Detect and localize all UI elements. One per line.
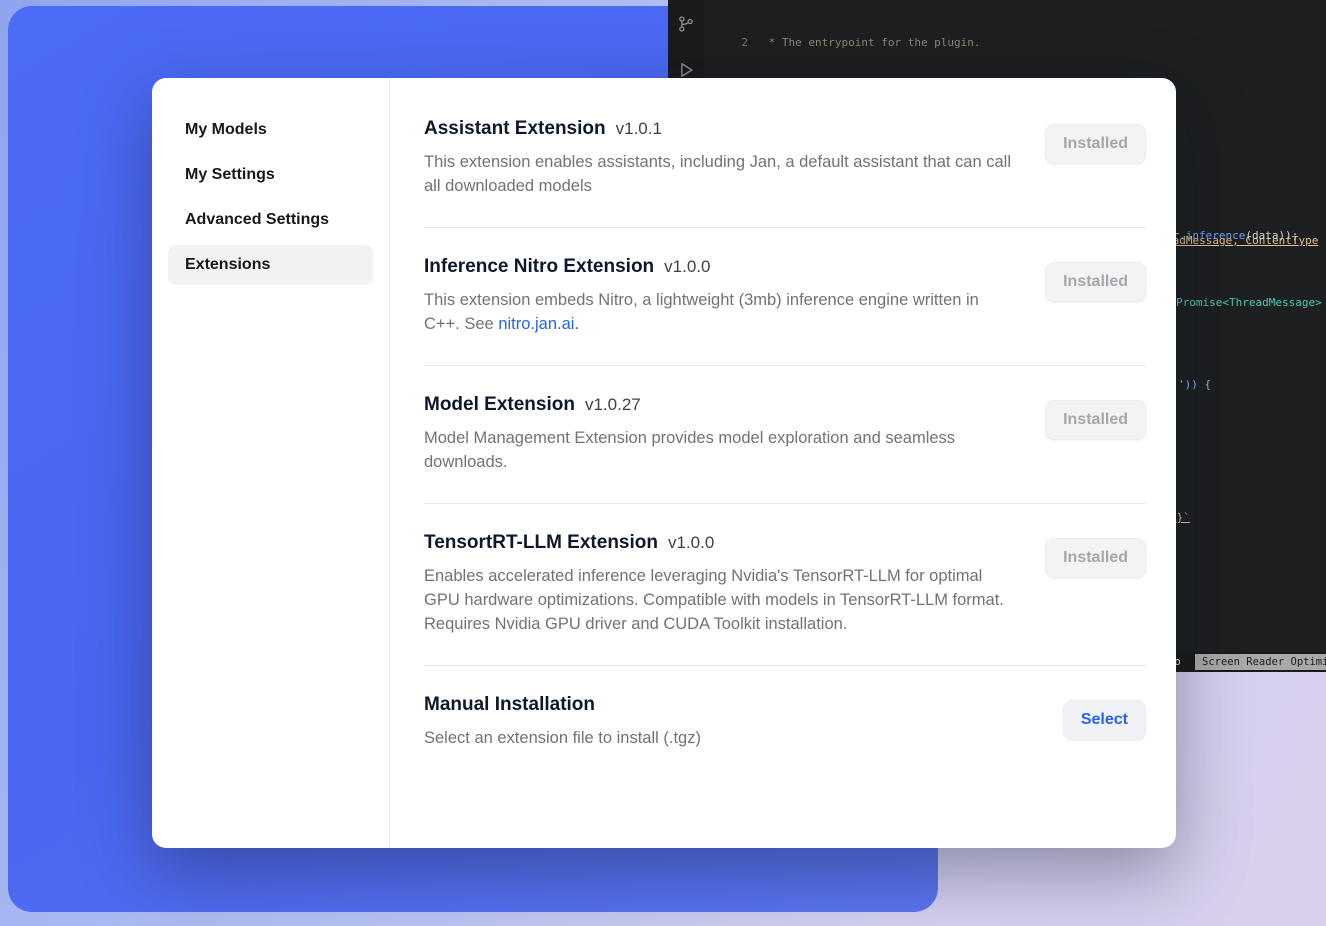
extension-row-assistant: Assistant Extension v1.0.1 This extension…	[424, 90, 1146, 228]
extension-version: v1.0.0	[668, 533, 714, 552]
extension-description: Enables accelerated inference leveraging…	[424, 564, 1012, 636]
screen-reader-status-chip[interactable]: Screen Reader Optimiz	[1195, 654, 1326, 670]
settings-modal: My Models My Settings Advanced Settings …	[152, 78, 1176, 848]
manual-installation-description: Select an extension file to install (.tg…	[424, 726, 701, 750]
extension-description: This extension embeds Nitro, a lightweig…	[424, 288, 1012, 336]
settings-sidebar: My Models My Settings Advanced Settings …	[152, 78, 390, 848]
sidebar-item-extensions[interactable]: Extensions	[168, 245, 373, 285]
code-fragment: Promise<ThreadMessage>	[1176, 296, 1322, 309]
extension-row-nitro: Inference Nitro Extension v1.0.0 This ext…	[424, 228, 1146, 366]
installed-button[interactable]: Installed	[1045, 400, 1146, 440]
extension-name: Assistant Extension	[424, 118, 606, 139]
code-comment: * The entrypoint for the plugin.	[762, 36, 981, 49]
extension-description: Model Management Extension provides mode…	[424, 426, 1012, 474]
extension-title-line: Model Extension v1.0.27	[424, 394, 1012, 416]
extension-title-line: TensortRT-LLM Extension v1.0.0	[424, 532, 1012, 554]
extension-name: Inference Nitro Extension	[424, 256, 654, 277]
code-fragment: ')) {	[1178, 378, 1211, 391]
sidebar-item-my-settings[interactable]: My Settings	[168, 155, 373, 195]
installed-button[interactable]: Installed	[1045, 124, 1146, 164]
extension-row-model: Model Extension v1.0.27 Model Management …	[424, 366, 1146, 504]
extension-version: v1.0.27	[585, 395, 641, 414]
extension-row-tensorrt: TensortRT-LLM Extension v1.0.0 Enables ac…	[424, 504, 1146, 666]
source-control-icon[interactable]	[676, 14, 696, 38]
extension-description: This extension enables assistants, inclu…	[424, 150, 1012, 198]
select-file-button[interactable]: Select	[1063, 700, 1146, 740]
extension-version: v1.0.1	[616, 119, 662, 138]
nitro-link[interactable]: nitro.jan.ai.	[498, 315, 579, 333]
extension-version: v1.0.0	[664, 257, 710, 276]
extension-name: TensortRT-LLM Extension	[424, 532, 658, 553]
extension-name: Model Extension	[424, 394, 575, 415]
installed-button[interactable]: Installed	[1045, 262, 1146, 302]
sidebar-item-advanced-settings[interactable]: Advanced Settings	[168, 200, 373, 240]
installed-button[interactable]: Installed	[1045, 538, 1146, 578]
extension-title-line: Inference Nitro Extension v1.0.0	[424, 256, 1012, 278]
manual-installation-title: Manual Installation	[424, 694, 701, 716]
manual-installation-row: Manual Installation Select an extension …	[424, 666, 1146, 779]
sidebar-item-my-models[interactable]: My Models	[168, 110, 373, 150]
extension-title-line: Assistant Extension v1.0.1	[424, 118, 1012, 140]
extensions-list: Assistant Extension v1.0.1 This extension…	[390, 78, 1176, 848]
